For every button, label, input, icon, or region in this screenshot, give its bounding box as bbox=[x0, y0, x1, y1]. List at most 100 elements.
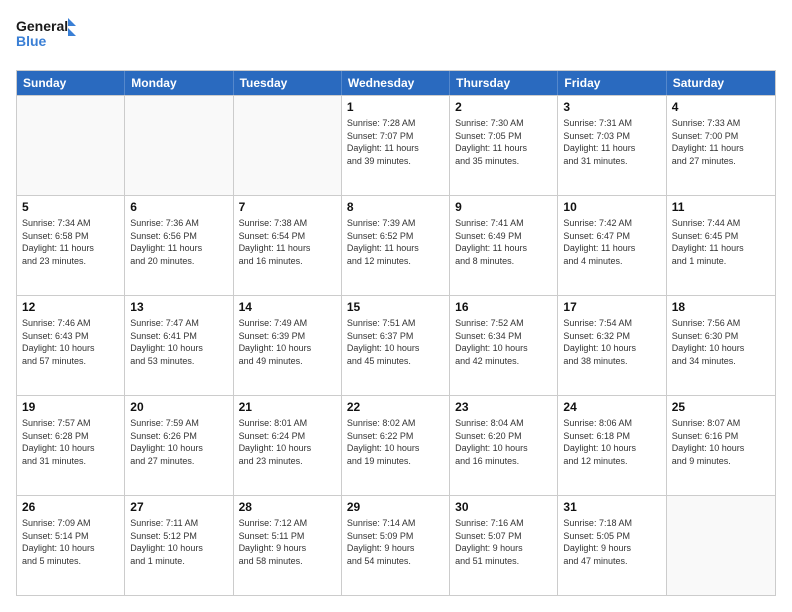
day-number: 1 bbox=[347, 100, 444, 114]
calendar-cell-w5-d5: 30 Sunrise: 7:16 AM Sunset: 5:07 PM Dayli… bbox=[450, 496, 558, 595]
cell-info: Sunrise: 7:34 AM Sunset: 6:58 PM Dayligh… bbox=[22, 217, 119, 267]
calendar-cell-w4-d5: 23Sunrise: 8:04 AM Sunset: 6:20 PM Dayli… bbox=[450, 396, 558, 495]
calendar-cell-w3-d1: 12 Sunrise: 7:46 AM Sunset: 6:43 PM Dayli… bbox=[17, 296, 125, 395]
cell-info: Sunrise: 7:39 AM Sunset: 6:52 PM Dayligh… bbox=[347, 217, 444, 267]
page: General Blue SundayMondayTuesdayWednesda… bbox=[0, 0, 792, 612]
cell-info: Sunrise: 7:16 AM Sunset: 5:07 PM Dayligh… bbox=[455, 517, 552, 567]
calendar-cell-w5-d1: 26 Sunrise: 7:09 AM Sunset: 5:14 PM Dayli… bbox=[17, 496, 125, 595]
calendar-cell-w1-d1 bbox=[17, 96, 125, 195]
logo: General Blue bbox=[16, 16, 76, 58]
day-number: 16 bbox=[455, 300, 552, 314]
cell-info: Sunrise: 7:12 AM Sunset: 5:11 PM Dayligh… bbox=[239, 517, 336, 567]
cell-info: Sunrise: 8:01 AM Sunset: 6:24 PM Dayligh… bbox=[239, 417, 336, 467]
cell-info: Sunrise: 7:57 AM Sunset: 6:28 PM Dayligh… bbox=[22, 417, 119, 467]
cell-info: Sunrise: 7:49 AM Sunset: 6:39 PM Dayligh… bbox=[239, 317, 336, 367]
day-number: 24 bbox=[563, 400, 660, 414]
calendar-header-row: SundayMondayTuesdayWednesdayThursdayFrid… bbox=[17, 71, 775, 95]
day-number: 2 bbox=[455, 100, 552, 114]
calendar-cell-w3-d4: 15 Sunrise: 7:51 AM Sunset: 6:37 PM Dayli… bbox=[342, 296, 450, 395]
cell-info: Sunrise: 7:44 AM Sunset: 6:45 PM Dayligh… bbox=[672, 217, 770, 267]
cell-info: Sunrise: 7:47 AM Sunset: 6:41 PM Dayligh… bbox=[130, 317, 227, 367]
day-number: 25 bbox=[672, 400, 770, 414]
day-number: 17 bbox=[563, 300, 660, 314]
header-cell-sunday: Sunday bbox=[17, 71, 125, 95]
day-number: 14 bbox=[239, 300, 336, 314]
cell-info: Sunrise: 7:36 AM Sunset: 6:56 PM Dayligh… bbox=[130, 217, 227, 267]
calendar-cell-w1-d5: 2 Sunrise: 7:30 AM Sunset: 7:05 PM Daylig… bbox=[450, 96, 558, 195]
day-number: 4 bbox=[672, 100, 770, 114]
day-number: 29 bbox=[347, 500, 444, 514]
day-number: 8 bbox=[347, 200, 444, 214]
cell-info: Sunrise: 7:31 AM Sunset: 7:03 PM Dayligh… bbox=[563, 117, 660, 167]
header-cell-wednesday: Wednesday bbox=[342, 71, 450, 95]
cell-info: Sunrise: 7:54 AM Sunset: 6:32 PM Dayligh… bbox=[563, 317, 660, 367]
day-number: 11 bbox=[672, 200, 770, 214]
cell-info: Sunrise: 7:11 AM Sunset: 5:12 PM Dayligh… bbox=[130, 517, 227, 567]
day-number: 12 bbox=[22, 300, 119, 314]
calendar-cell-w1-d7: 4Sunrise: 7:33 AM Sunset: 7:00 PM Daylig… bbox=[667, 96, 775, 195]
day-number: 5 bbox=[22, 200, 119, 214]
calendar-cell-w4-d7: 25 Sunrise: 8:07 AM Sunset: 6:16 PM Dayli… bbox=[667, 396, 775, 495]
cell-info: Sunrise: 8:06 AM Sunset: 6:18 PM Dayligh… bbox=[563, 417, 660, 467]
cell-info: Sunrise: 7:18 AM Sunset: 5:05 PM Dayligh… bbox=[563, 517, 660, 567]
calendar-cell-w4-d2: 20Sunrise: 7:59 AM Sunset: 6:26 PM Dayli… bbox=[125, 396, 233, 495]
header-cell-monday: Monday bbox=[125, 71, 233, 95]
calendar-body: 1 Sunrise: 7:28 AM Sunset: 7:07 PM Daylig… bbox=[17, 95, 775, 595]
day-number: 9 bbox=[455, 200, 552, 214]
day-number: 22 bbox=[347, 400, 444, 414]
day-number: 7 bbox=[239, 200, 336, 214]
calendar-cell-w1-d3 bbox=[234, 96, 342, 195]
day-number: 19 bbox=[22, 400, 119, 414]
calendar-cell-w3-d5: 16 Sunrise: 7:52 AM Sunset: 6:34 PM Dayli… bbox=[450, 296, 558, 395]
header-cell-friday: Friday bbox=[558, 71, 666, 95]
cell-info: Sunrise: 7:51 AM Sunset: 6:37 PM Dayligh… bbox=[347, 317, 444, 367]
cell-info: Sunrise: 7:30 AM Sunset: 7:05 PM Dayligh… bbox=[455, 117, 552, 167]
day-number: 31 bbox=[563, 500, 660, 514]
cell-info: Sunrise: 8:02 AM Sunset: 6:22 PM Dayligh… bbox=[347, 417, 444, 467]
cell-info: Sunrise: 7:41 AM Sunset: 6:49 PM Dayligh… bbox=[455, 217, 552, 267]
calendar-cell-w2-d7: 11 Sunrise: 7:44 AM Sunset: 6:45 PM Dayli… bbox=[667, 196, 775, 295]
cell-info: Sunrise: 7:52 AM Sunset: 6:34 PM Dayligh… bbox=[455, 317, 552, 367]
calendar-cell-w2-d3: 7 Sunrise: 7:38 AM Sunset: 6:54 PM Daylig… bbox=[234, 196, 342, 295]
calendar-cell-w2-d4: 8 Sunrise: 7:39 AM Sunset: 6:52 PM Daylig… bbox=[342, 196, 450, 295]
day-number: 30 bbox=[455, 500, 552, 514]
calendar-cell-w4-d1: 19 Sunrise: 7:57 AM Sunset: 6:28 PM Dayli… bbox=[17, 396, 125, 495]
calendar-cell-w5-d2: 27 Sunrise: 7:11 AM Sunset: 5:12 PM Dayli… bbox=[125, 496, 233, 595]
day-number: 23 bbox=[455, 400, 552, 414]
calendar-cell-w4-d3: 21 Sunrise: 8:01 AM Sunset: 6:24 PM Dayli… bbox=[234, 396, 342, 495]
header-cell-thursday: Thursday bbox=[450, 71, 558, 95]
calendar: SundayMondayTuesdayWednesdayThursdayFrid… bbox=[16, 70, 776, 596]
calendar-cell-w2-d6: 10 Sunrise: 7:42 AM Sunset: 6:47 PM Dayli… bbox=[558, 196, 666, 295]
day-number: 10 bbox=[563, 200, 660, 214]
day-number: 18 bbox=[672, 300, 770, 314]
day-number: 15 bbox=[347, 300, 444, 314]
calendar-cell-w4-d4: 22 Sunrise: 8:02 AM Sunset: 6:22 PM Dayli… bbox=[342, 396, 450, 495]
calendar-week-3: 12 Sunrise: 7:46 AM Sunset: 6:43 PM Dayli… bbox=[17, 295, 775, 395]
header: General Blue bbox=[16, 16, 776, 58]
calendar-cell-w3-d2: 13Sunrise: 7:47 AM Sunset: 6:41 PM Dayli… bbox=[125, 296, 233, 395]
calendar-cell-w1-d2 bbox=[125, 96, 233, 195]
calendar-week-2: 5 Sunrise: 7:34 AM Sunset: 6:58 PM Daylig… bbox=[17, 195, 775, 295]
calendar-cell-w5-d7 bbox=[667, 496, 775, 595]
day-number: 21 bbox=[239, 400, 336, 414]
cell-info: Sunrise: 7:42 AM Sunset: 6:47 PM Dayligh… bbox=[563, 217, 660, 267]
cell-info: Sunrise: 7:38 AM Sunset: 6:54 PM Dayligh… bbox=[239, 217, 336, 267]
logo-svg: General Blue bbox=[16, 16, 76, 58]
calendar-cell-w3-d3: 14 Sunrise: 7:49 AM Sunset: 6:39 PM Dayli… bbox=[234, 296, 342, 395]
cell-info: Sunrise: 7:28 AM Sunset: 7:07 PM Dayligh… bbox=[347, 117, 444, 167]
cell-info: Sunrise: 7:09 AM Sunset: 5:14 PM Dayligh… bbox=[22, 517, 119, 567]
cell-info: Sunrise: 7:14 AM Sunset: 5:09 PM Dayligh… bbox=[347, 517, 444, 567]
day-number: 27 bbox=[130, 500, 227, 514]
cell-info: Sunrise: 7:56 AM Sunset: 6:30 PM Dayligh… bbox=[672, 317, 770, 367]
calendar-cell-w2-d1: 5 Sunrise: 7:34 AM Sunset: 6:58 PM Daylig… bbox=[17, 196, 125, 295]
cell-info: Sunrise: 8:07 AM Sunset: 6:16 PM Dayligh… bbox=[672, 417, 770, 467]
day-number: 26 bbox=[22, 500, 119, 514]
calendar-week-4: 19 Sunrise: 7:57 AM Sunset: 6:28 PM Dayli… bbox=[17, 395, 775, 495]
cell-info: Sunrise: 7:46 AM Sunset: 6:43 PM Dayligh… bbox=[22, 317, 119, 367]
calendar-cell-w2-d2: 6Sunrise: 7:36 AM Sunset: 6:56 PM Daylig… bbox=[125, 196, 233, 295]
calendar-cell-w5-d3: 28Sunrise: 7:12 AM Sunset: 5:11 PM Dayli… bbox=[234, 496, 342, 595]
calendar-cell-w4-d6: 24 Sunrise: 8:06 AM Sunset: 6:18 PM Dayli… bbox=[558, 396, 666, 495]
calendar-cell-w5-d6: 31 Sunrise: 7:18 AM Sunset: 5:05 PM Dayli… bbox=[558, 496, 666, 595]
header-cell-tuesday: Tuesday bbox=[234, 71, 342, 95]
header-cell-saturday: Saturday bbox=[667, 71, 775, 95]
